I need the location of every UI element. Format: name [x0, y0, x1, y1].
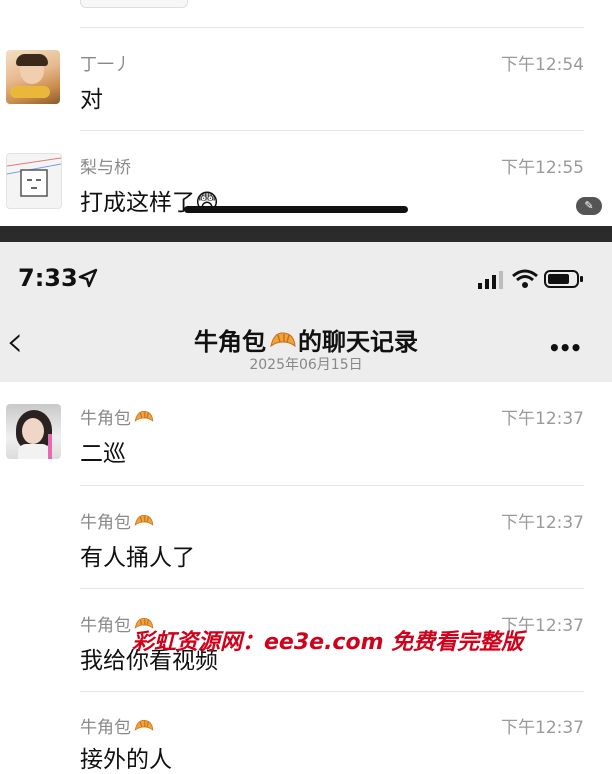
divider: [80, 588, 584, 589]
divider: [80, 691, 584, 692]
message-text: 对: [80, 87, 103, 113]
message-time: 下午12:37: [501, 409, 584, 429]
home-indicator: [184, 206, 408, 213]
page-title: 牛角包 的聊天记录: [0, 322, 612, 357]
page-subtitle-date: 2025年06月15日: [249, 357, 363, 373]
battery-icon: [544, 270, 583, 288]
more-button[interactable]: •••: [548, 336, 582, 360]
message-time: 下午12:37: [501, 718, 584, 738]
message-time: 下午12:37: [501, 513, 584, 533]
divider: [80, 130, 584, 131]
status-time: 7:33: [18, 264, 78, 292]
avatar[interactable]: [6, 50, 60, 104]
chat-list: 牛角包 下午12:37 二巡 牛角包 下午12:37 有人捅人了 牛角包 下午1…: [0, 382, 612, 773]
avatar[interactable]: [6, 404, 61, 459]
croissant-icon: [270, 332, 296, 348]
edit-bubble-icon[interactable]: ✎: [576, 197, 602, 215]
sender-name: 梨与桥: [80, 158, 131, 178]
avatar[interactable]: [6, 153, 62, 209]
wifi-icon: [512, 269, 538, 288]
top-chat-fragment: 丁一丿 下午12:54 对 梨与桥 下午12:55 打成这样了😨 ✎: [0, 0, 612, 226]
message-text: 二巡: [80, 441, 126, 467]
sender-name: 丁一丿: [80, 55, 131, 75]
location-arrow-icon: [78, 268, 98, 288]
divider: [80, 485, 584, 486]
message-text: 有人捅人了: [80, 545, 195, 571]
sender-name: 牛角包: [80, 713, 155, 738]
watermark-text: 彩虹资源网：ee3e.com 免费看完整版: [132, 630, 524, 655]
divider: [80, 27, 584, 28]
page-title-text: 牛角包: [194, 328, 266, 356]
croissant-icon: [134, 411, 154, 422]
message-text: 接外的人: [80, 747, 172, 773]
signal-icon: [478, 271, 503, 289]
sender-name: 牛角包: [80, 508, 155, 533]
partial-button[interactable]: [80, 0, 188, 8]
message-time: 下午12:55: [501, 158, 584, 178]
message-time: 下午12:54: [501, 55, 584, 75]
croissant-icon: [134, 720, 154, 731]
croissant-icon: [134, 515, 154, 526]
screenshot-separator: [0, 226, 612, 242]
sender-name: 牛角包: [80, 404, 155, 429]
page-title-suffix: 的聊天记录: [298, 328, 418, 356]
